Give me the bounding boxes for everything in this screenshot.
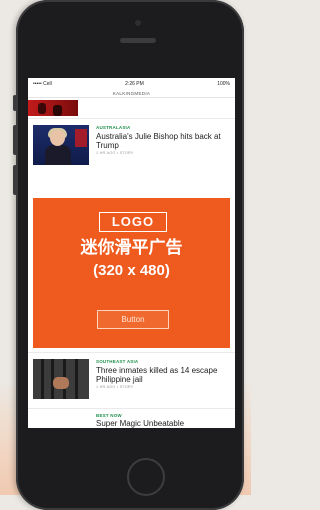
home-button[interactable] (127, 458, 165, 496)
front-camera (135, 20, 141, 26)
volume-up-button[interactable] (13, 125, 17, 155)
article-card[interactable]: BEST NOW Super Magic Unbeatable (28, 408, 235, 428)
article-title[interactable]: Australia's Julie Bishop hits back at Tr… (96, 132, 226, 150)
battery-level: 100% (217, 81, 230, 87)
ad-logo: LOGO (99, 212, 167, 232)
interstitial-ad[interactable]: LOGO 迷你滑平广告 (320 x 480) Button (33, 198, 230, 348)
article-category: SOUTHEAST ASIA (96, 359, 139, 364)
article-meta: 1 HR AGO • STORY (96, 385, 134, 389)
ad-cta-button[interactable]: Button (97, 310, 169, 329)
article-thumbnail[interactable] (33, 125, 89, 165)
phone-screen: ••••• Cell 2:26 PM 100% KALKINGMEDIA AUS… (28, 78, 235, 428)
ad-headline: 迷你滑平广告 (80, 238, 183, 257)
clock: 2:26 PM (125, 81, 144, 87)
article-category: BEST NOW (96, 413, 122, 418)
article-card[interactable]: SOUTHEAST ASIA Three inmates killed as 1… (28, 352, 235, 409)
previous-article-thumbnail[interactable] (28, 100, 78, 116)
article-title[interactable]: Three inmates killed as 14 escape Philip… (96, 366, 226, 384)
app-brand: KALKINGMEDIA (28, 90, 235, 98)
carrier-signal: ••••• Cell (33, 81, 52, 87)
article-title[interactable]: Super Magic Unbeatable (96, 419, 226, 428)
article-card[interactable]: AUSTRALASIA Australia's Julie Bishop hit… (28, 118, 235, 175)
article-thumbnail[interactable] (33, 359, 89, 399)
mute-switch[interactable] (13, 95, 17, 111)
volume-down-button[interactable] (13, 165, 17, 195)
earpiece-speaker (120, 38, 156, 43)
status-bar: ••••• Cell 2:26 PM 100% (28, 78, 235, 90)
article-meta: 1 HR AGO • STORY (96, 151, 134, 155)
article-category: AUSTRALASIA (96, 125, 131, 130)
ad-size-label: (320 x 480) (93, 262, 170, 279)
